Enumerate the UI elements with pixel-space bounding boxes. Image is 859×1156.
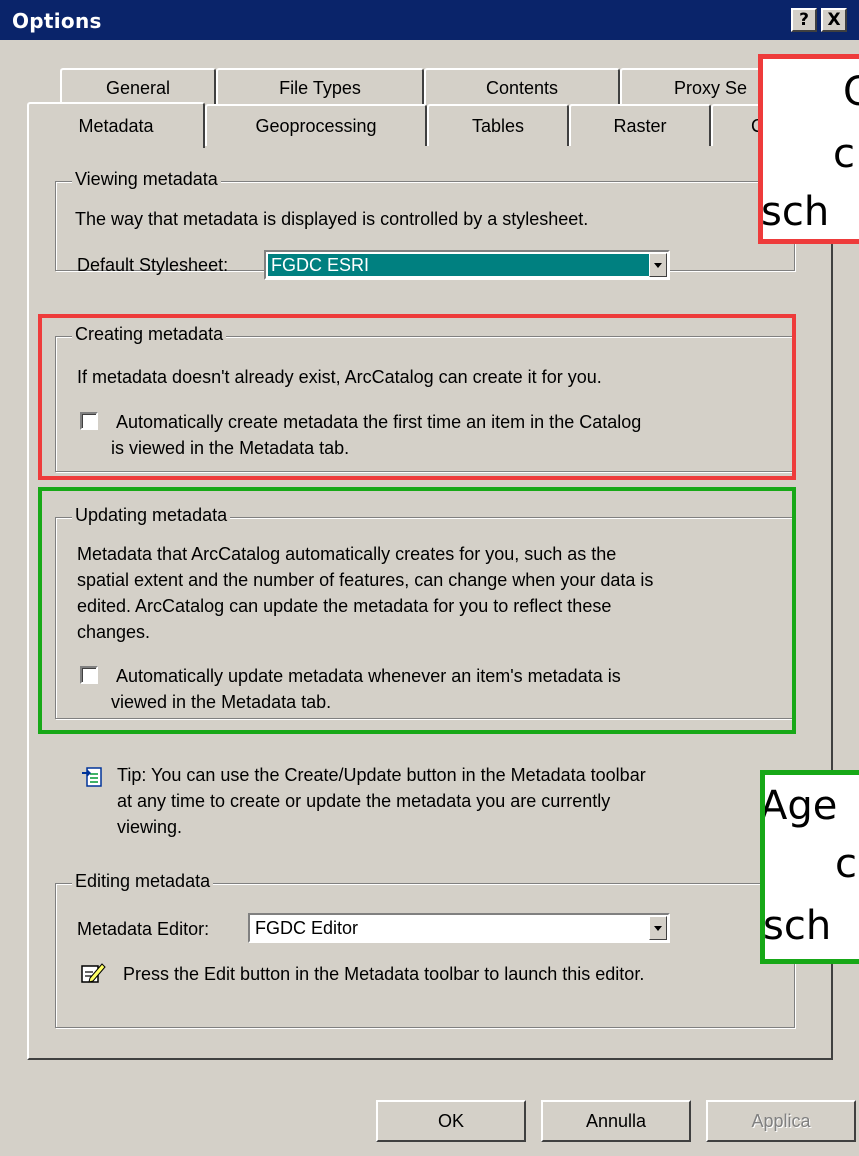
- red-callout-line3: sch: [761, 189, 830, 235]
- tab-geoprocessing[interactable]: Geoprocessing: [205, 104, 427, 146]
- edit-pencil-icon: [80, 960, 108, 986]
- red-highlight-box: [38, 314, 796, 480]
- stylesheet-dropdown[interactable]: FGDC ESRI: [264, 250, 670, 280]
- tab-general[interactable]: General: [60, 68, 216, 106]
- tab-file-types[interactable]: File Types: [216, 68, 424, 106]
- dropdown-arrow-icon[interactable]: [649, 253, 667, 277]
- tip-line2: at any time to create or update the meta…: [117, 791, 611, 811]
- stylesheet-value: FGDC ESRI: [268, 254, 649, 276]
- red-callout: C c sch: [758, 54, 859, 244]
- stylesheet-label: Default Stylesheet:: [77, 255, 229, 275]
- green-highlight-box: [38, 487, 796, 734]
- title-bar: [0, 0, 859, 40]
- tab-contents[interactable]: Contents: [424, 68, 620, 106]
- editor-value: FGDC Editor: [255, 918, 359, 938]
- green-callout-line1: Age: [760, 783, 838, 829]
- green-callout-line3: sch: [763, 903, 832, 949]
- cancel-button[interactable]: Annulla: [541, 1100, 691, 1142]
- editing-metadata-group: [55, 883, 795, 1028]
- close-button[interactable]: X: [821, 8, 847, 32]
- dropdown-arrow-icon[interactable]: [649, 916, 667, 940]
- tab-raster[interactable]: Raster: [569, 104, 711, 146]
- red-callout-line2: c: [833, 131, 855, 177]
- apply-button[interactable]: Applica: [706, 1100, 856, 1142]
- editor-label: Metadata Editor:: [77, 919, 210, 939]
- viewing-metadata-legend: Viewing metadata: [72, 169, 221, 190]
- red-callout-line1: C: [843, 69, 859, 115]
- tab-tables[interactable]: Tables: [427, 104, 569, 146]
- editing-hint: Press the Edit button in the Metadata to…: [123, 964, 645, 984]
- editing-metadata-legend: Editing metadata: [72, 871, 214, 892]
- window-title: Options: [12, 9, 102, 33]
- tip-line3: viewing.: [117, 817, 183, 837]
- ok-button[interactable]: OK: [376, 1100, 526, 1142]
- help-button[interactable]: ?: [791, 8, 817, 32]
- tip-update-icon: [81, 764, 103, 788]
- green-callout-line2: c: [835, 841, 857, 887]
- tip-line1: Tip: You can use the Create/Update butto…: [117, 765, 646, 785]
- viewing-description: The way that metadata is displayed is co…: [75, 209, 589, 229]
- tab-metadata[interactable]: Metadata: [27, 102, 205, 148]
- editor-dropdown[interactable]: FGDC Editor: [248, 913, 670, 943]
- green-callout: Age c sch: [760, 770, 859, 964]
